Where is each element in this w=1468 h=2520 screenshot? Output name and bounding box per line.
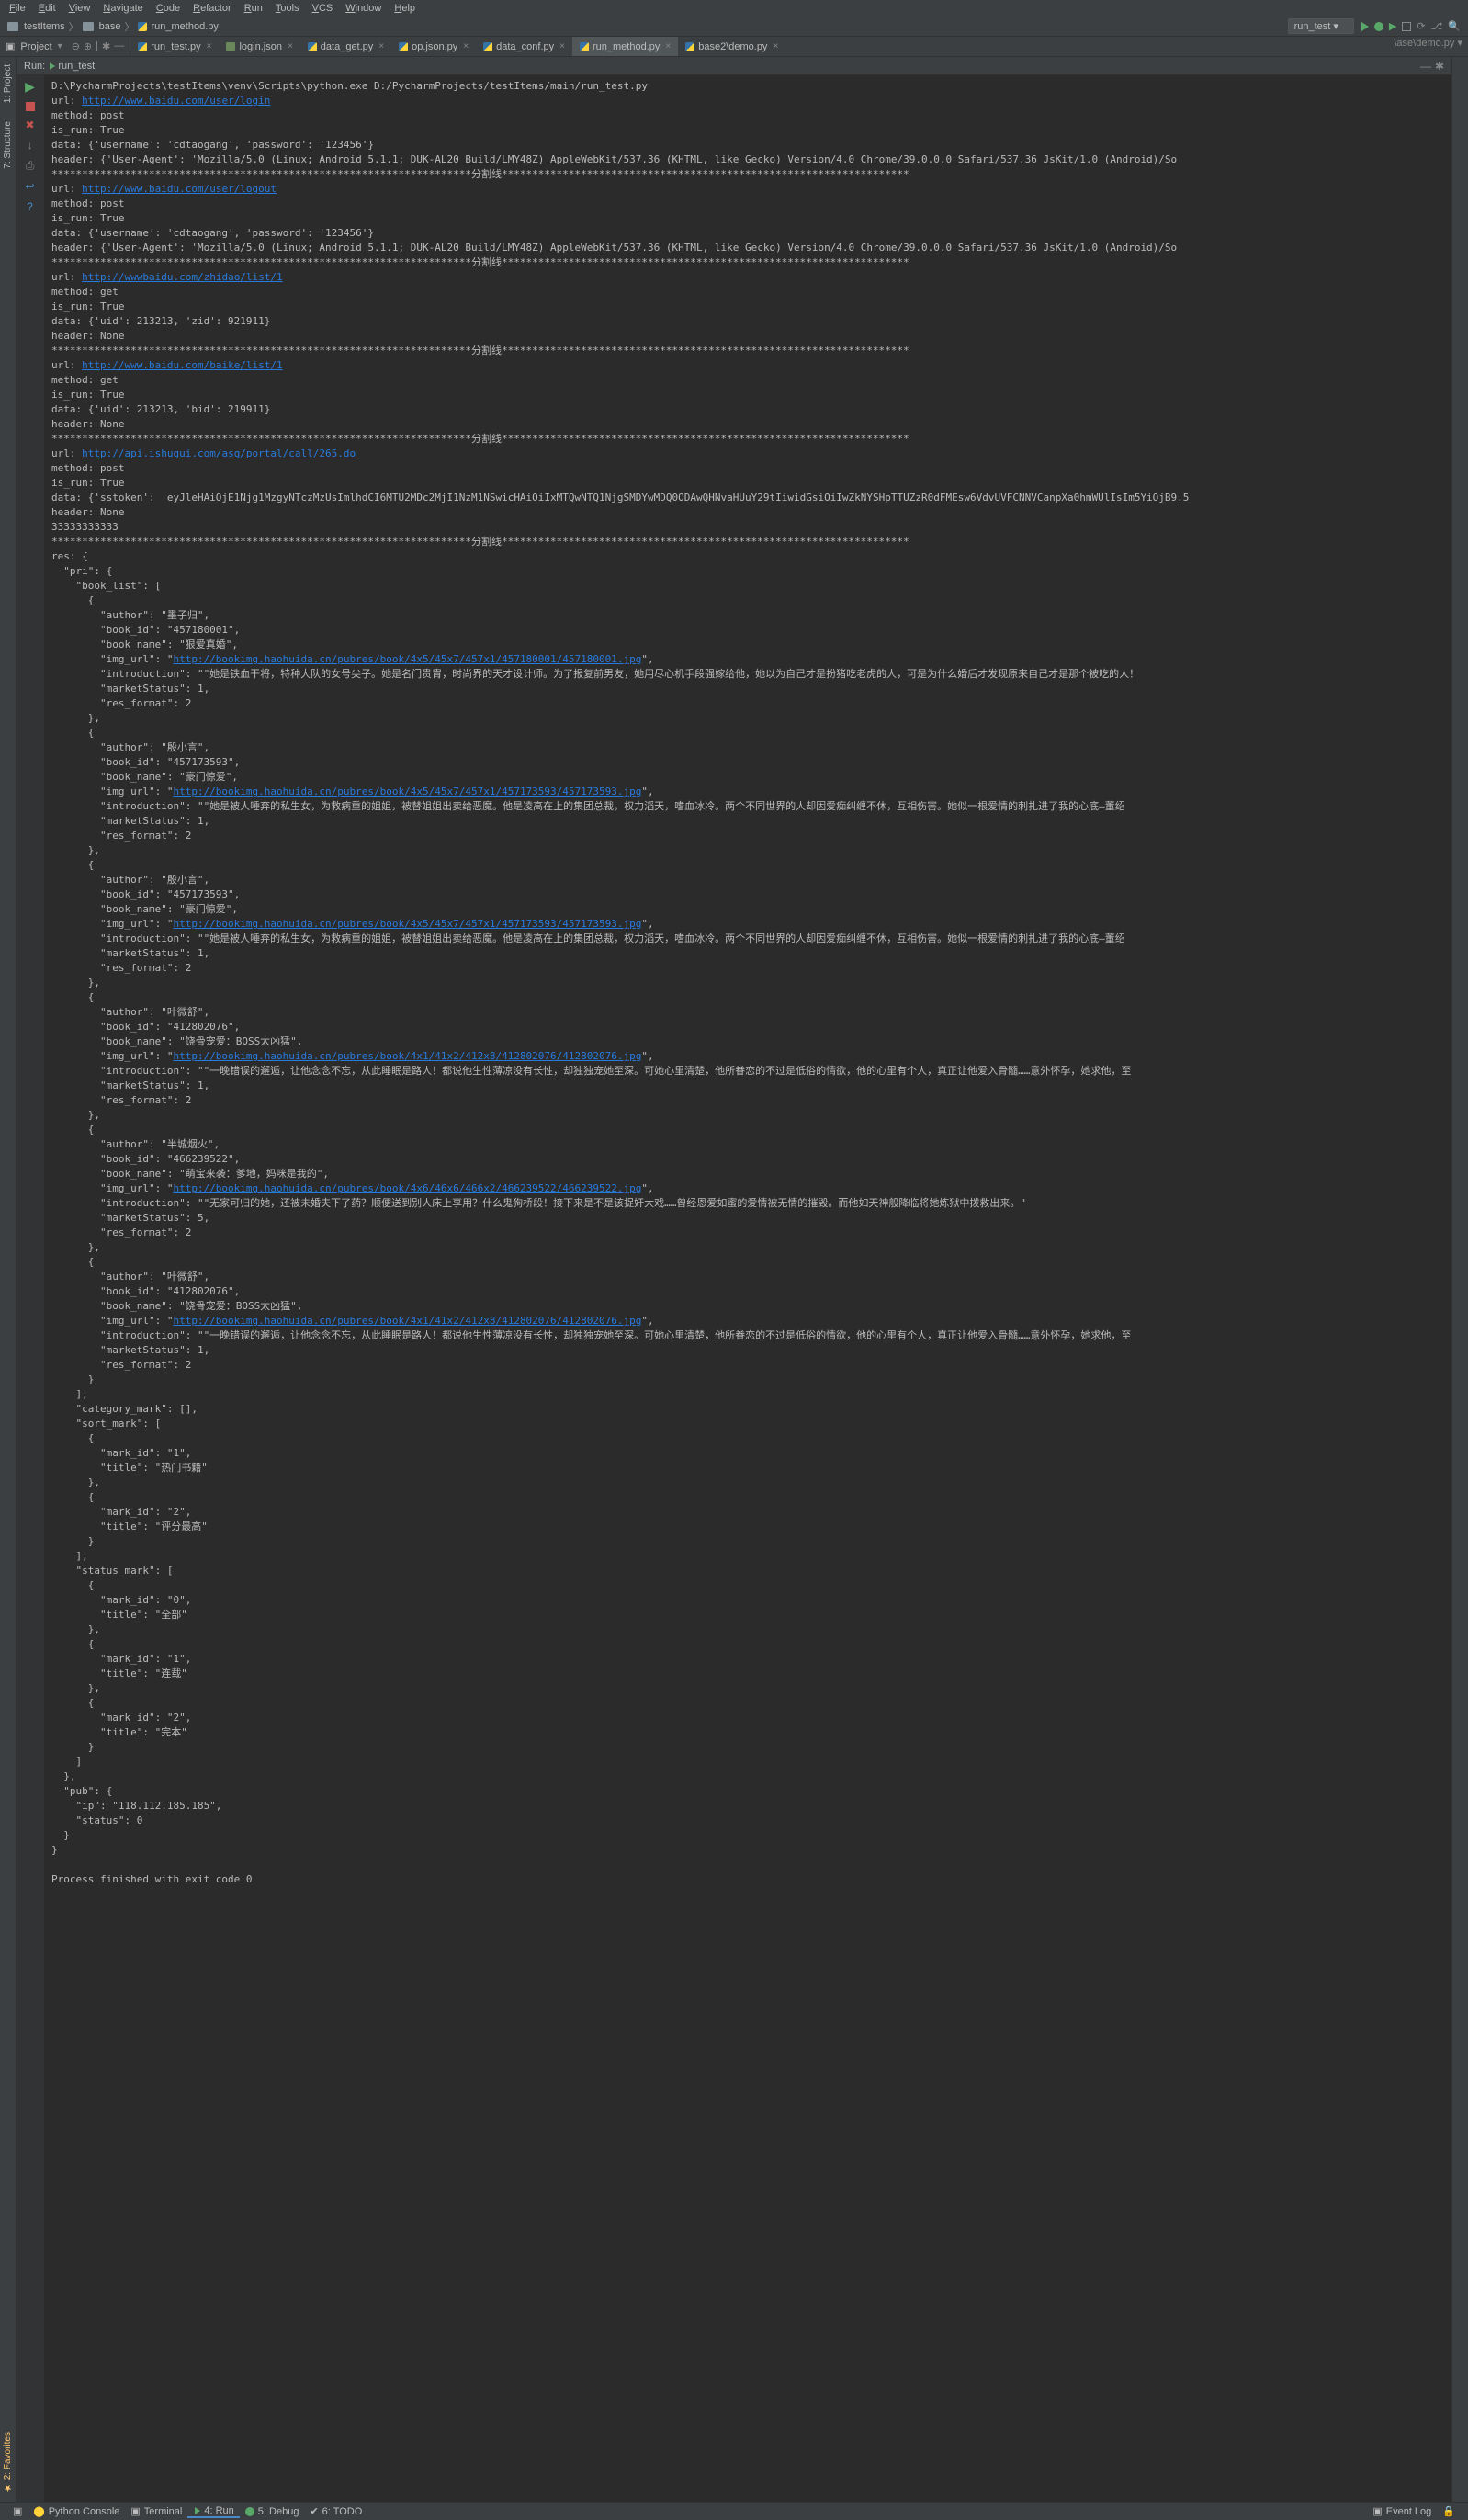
structure-tool-button[interactable]: 7: Structure: [3, 118, 13, 173]
git-icon[interactable]: ⎇: [1431, 20, 1443, 32]
update-icon[interactable]: ⟳: [1417, 20, 1425, 32]
lock-icon[interactable]: 🔒: [1437, 2505, 1461, 2517]
debug-button[interactable]: 5: Debug: [240, 2506, 305, 2517]
folder-icon: [83, 22, 94, 31]
console-output[interactable]: D:\PycharmProjects\testItems\venv\Script…: [44, 75, 1451, 2503]
menu-view[interactable]: View: [63, 1, 96, 16]
py-file-icon: [580, 42, 589, 51]
select-opened-icon[interactable]: ⊕: [84, 40, 92, 52]
menu-navigate[interactable]: Navigate: [97, 1, 148, 16]
tab-data_conf-py[interactable]: data_conf.py ×: [476, 37, 572, 56]
menu-edit[interactable]: Edit: [33, 1, 62, 16]
print-icon[interactable]: ⎙: [26, 159, 35, 173]
menu-vcs[interactable]: VCS: [307, 1, 339, 16]
project-label[interactable]: Project: [20, 41, 51, 52]
close-tab-icon[interactable]: ×: [288, 41, 293, 51]
close-tab-icon[interactable]: ×: [378, 41, 384, 51]
menu-window[interactable]: Window: [340, 1, 387, 16]
step-icon[interactable]: ✖: [25, 119, 34, 131]
chevron-icon: 〉: [69, 19, 79, 34]
event-log-button[interactable]: ▣ Event Log: [1367, 2505, 1437, 2517]
settings-icon[interactable]: ✱: [102, 40, 110, 52]
menu-tools[interactable]: Tools: [270, 1, 305, 16]
py-file-icon: [399, 42, 408, 51]
menu-refactor[interactable]: Refactor: [187, 1, 237, 16]
scroll-icon[interactable]: ↓: [28, 139, 33, 152]
hide-icon[interactable]: —: [114, 40, 124, 52]
chevron-icon: 〉: [124, 19, 134, 34]
collapse-icon[interactable]: ⊖: [72, 40, 80, 52]
separator: |: [96, 40, 98, 52]
py-file-icon: [138, 42, 147, 51]
py-file-icon: [308, 42, 317, 51]
run-item-icon: [50, 62, 55, 70]
menu-file[interactable]: File: [4, 1, 31, 16]
tab-label: login.json: [239, 41, 281, 52]
tab-op-json-py[interactable]: op.json.py ×: [391, 37, 476, 56]
stop-icon[interactable]: [1402, 22, 1411, 31]
favorites-tool-button[interactable]: ★ 2: Favorites: [3, 2428, 13, 2496]
breadcrumb-folder[interactable]: base: [99, 21, 121, 32]
tab-run_method-py[interactable]: run_method.py ×: [572, 37, 678, 56]
help-icon[interactable]: ?: [27, 200, 33, 213]
json-file-icon: [226, 42, 235, 51]
tab-label: data_conf.py: [496, 41, 554, 52]
py-file-icon: [685, 42, 694, 51]
breadcrumb: testItems 〉 base 〉 run_method.py: [7, 19, 219, 34]
dropdown-icon[interactable]: ▾: [58, 41, 62, 51]
breadcrumb-root[interactable]: testItems: [24, 21, 65, 32]
close-tab-icon[interactable]: ×: [559, 41, 565, 51]
nav-path: \ase\demo.py ▾: [1388, 37, 1468, 56]
minimize-icon[interactable]: —: [1420, 60, 1431, 73]
project-tool-icon[interactable]: ▣: [6, 40, 15, 52]
tab-run_test-py[interactable]: run_test.py ×: [130, 37, 219, 56]
python-file-icon: [138, 22, 147, 31]
folder-icon: [7, 22, 18, 31]
tab-label: op.json.py: [412, 41, 457, 52]
close-tab-icon[interactable]: ×: [207, 41, 212, 51]
run-icon[interactable]: [1361, 22, 1369, 31]
py-file-icon: [483, 42, 492, 51]
close-tab-icon[interactable]: ×: [463, 41, 469, 51]
tab-label: data_get.py: [321, 41, 374, 52]
tab-label: run_method.py: [593, 41, 660, 52]
tab-data_get-py[interactable]: data_get.py ×: [300, 37, 391, 56]
attach-icon[interactable]: ▶: [1389, 20, 1396, 32]
nav-toolbar: testItems 〉 base 〉 run_method.py run_tes…: [0, 17, 1468, 37]
stop-icon[interactable]: [26, 102, 35, 111]
debug-icon[interactable]: [1374, 22, 1383, 31]
menu-help[interactable]: Help: [389, 1, 421, 16]
window-icon[interactable]: ▣: [7, 2505, 28, 2517]
left-tool-strip: 1: Project 7: Structure ★ 2: Favorites: [0, 57, 17, 2503]
close-tab-icon[interactable]: ×: [773, 41, 778, 51]
terminal-button[interactable]: ▣ Terminal: [125, 2505, 187, 2517]
run-label: Run:: [24, 61, 45, 72]
python-console-button[interactable]: ⬤ Python Console: [28, 2505, 125, 2517]
tab-label: base2\demo.py: [698, 41, 767, 52]
tab-label: run_test.py: [151, 41, 200, 52]
project-tool-button[interactable]: 1: Project: [3, 61, 13, 107]
rerun-icon[interactable]: ▶: [25, 79, 35, 95]
tab-login-json[interactable]: login.json ×: [219, 37, 299, 56]
run-item-name[interactable]: run_test: [58, 61, 95, 72]
breadcrumb-file[interactable]: run_method.py: [151, 21, 218, 32]
run-panel-header: Run: run_test — ✱: [17, 57, 1451, 75]
run-gutter: ▶ ✖ ↓ ⎙ ↩ ?: [17, 75, 44, 2503]
search-icon[interactable]: 🔍: [1448, 20, 1461, 32]
todo-button[interactable]: ✔ 6: TODO: [304, 2505, 367, 2517]
status-bar: ▣ ⬤ Python Console ▣ Terminal 4: Run 5: …: [0, 2502, 1468, 2520]
settings-icon[interactable]: ✱: [1435, 60, 1444, 73]
menu-bar: FileEditViewNavigateCodeRefactorRunTools…: [0, 0, 1468, 17]
run-button[interactable]: 4: Run: [187, 2505, 239, 2518]
wrap-icon[interactable]: ↩: [25, 180, 34, 193]
menu-code[interactable]: Code: [151, 1, 186, 16]
run-config-selector[interactable]: run_test ▾: [1288, 18, 1354, 34]
tab-base2-demo-py[interactable]: base2\demo.py ×: [678, 37, 785, 56]
right-tool-strip: [1451, 57, 1468, 2503]
close-tab-icon[interactable]: ×: [665, 41, 671, 51]
menu-run[interactable]: Run: [239, 1, 268, 16]
editor-tabs: ▣ Project ▾ ⊖ ⊕ | ✱ — run_test.py×login.…: [0, 37, 1468, 57]
